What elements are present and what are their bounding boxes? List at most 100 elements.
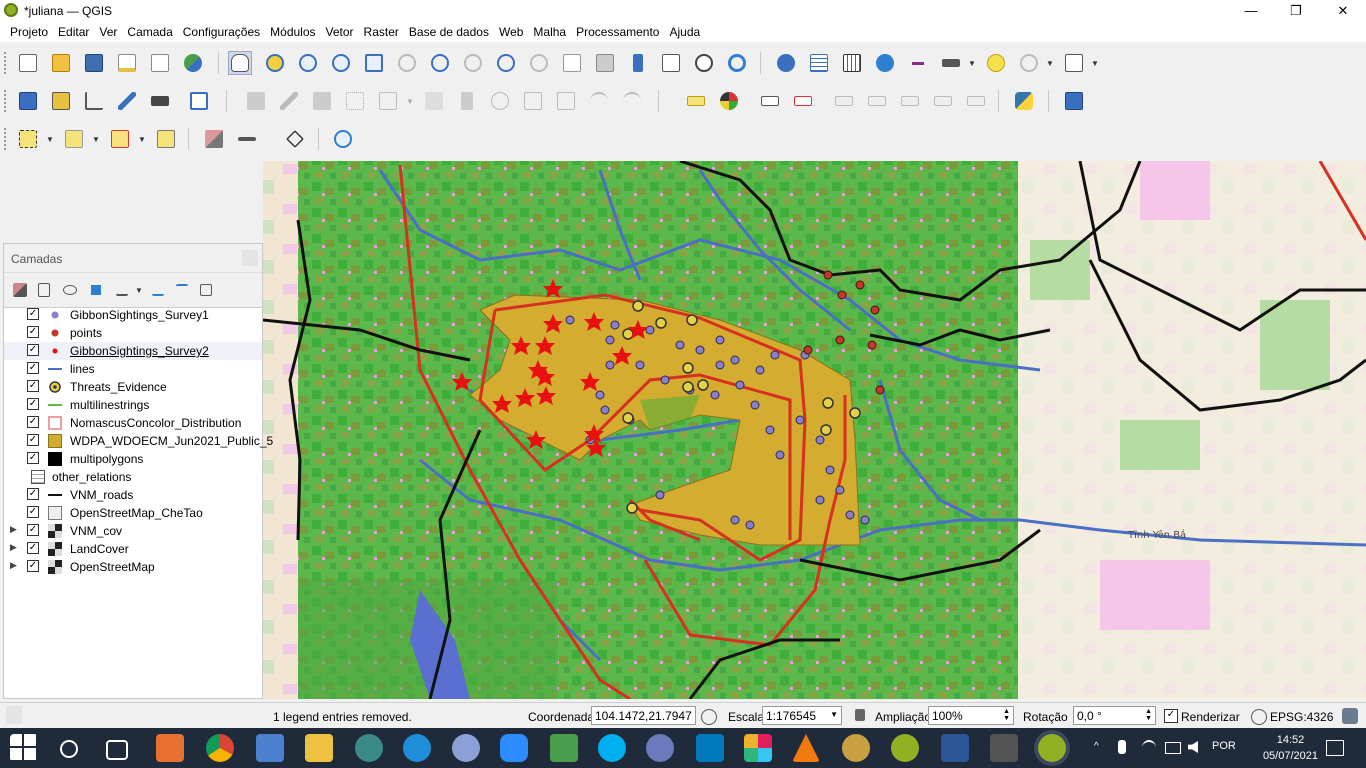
maps-app-icon[interactable] (550, 734, 578, 762)
deselect-all-icon[interactable] (108, 127, 132, 151)
layer-visibility-checkbox[interactable]: ✓ (27, 398, 39, 410)
menu-configuracoes[interactable]: Configurações (178, 22, 265, 39)
toolbar-grip[interactable] (4, 90, 10, 112)
virtual-layer-icon[interactable] (187, 89, 211, 113)
gps-icon[interactable] (148, 89, 172, 113)
menu-camada[interactable]: Camada (122, 22, 177, 39)
change-label-icon[interactable] (931, 89, 955, 113)
menu-malha[interactable]: Malha (528, 22, 571, 39)
map-svg[interactable]: Tĩnh Yên Bắ (263, 161, 1366, 699)
locator-icon[interactable] (1017, 51, 1041, 75)
add-feature-icon[interactable] (343, 89, 367, 113)
layer-visibility-checkbox[interactable]: ✓ (27, 416, 39, 428)
maximize-button[interactable]: ❐ (1273, 0, 1319, 22)
layer-item-wdpa-wdoecm-jun2021-public-5[interactable]: ✓ WDPA_WDOECM_Jun2021_Public_5 (4, 432, 273, 450)
vertex-tool-icon[interactable] (376, 89, 400, 113)
zoom-next-icon[interactable] (527, 51, 551, 75)
highlight-labels-icon[interactable] (791, 89, 815, 113)
delete-selected-icon[interactable] (455, 89, 479, 113)
select-features-icon[interactable] (16, 127, 40, 151)
undo-icon[interactable] (587, 89, 611, 113)
show-hide-labels-icon[interactable] (832, 89, 856, 113)
new-3d-view-icon[interactable] (593, 51, 617, 75)
expand-arrow-icon[interactable]: ▶ (10, 542, 17, 553)
python-console-icon[interactable] (1012, 89, 1036, 113)
file-explorer-icon[interactable] (305, 734, 333, 762)
layer-item-vnm-roads[interactable]: ✓ VNM_roads (4, 486, 262, 504)
zoom-native-icon[interactable] (461, 51, 485, 75)
menu-base-de-dados[interactable]: Base de dados (404, 22, 494, 39)
layer-stack-icon[interactable] (283, 127, 307, 151)
layer-item-multipolygons[interactable]: ✓ multipolygons (4, 450, 262, 468)
zoom-selection-icon[interactable] (395, 51, 419, 75)
filter-legend-icon[interactable] (84, 278, 108, 302)
map-tips-icon[interactable] (984, 51, 1008, 75)
magnifier-spinbox[interactable]: 100% ▲ ▼ (928, 706, 1014, 725)
crs-label[interactable]: EPSG:4326 (1270, 710, 1333, 724)
zoom-in-icon[interactable] (296, 51, 320, 75)
render-checkbox[interactable]: ✓ (1164, 709, 1178, 723)
map-canvas[interactable]: Tĩnh Yên Bắ (263, 161, 1366, 699)
temporal-controller-icon[interactable] (692, 51, 716, 75)
current-edits-icon[interactable] (244, 89, 268, 113)
toggle-editing-pencil-icon[interactable] (277, 89, 301, 113)
rotate-label-icon[interactable] (898, 89, 922, 113)
modify-attributes-icon[interactable] (422, 89, 446, 113)
locator-search-icon[interactable] (6, 706, 22, 724)
rstudio-icon[interactable] (646, 734, 674, 762)
toggle-extents-mouse-icon[interactable] (701, 709, 717, 725)
move-label-icon[interactable] (865, 89, 889, 113)
close-button[interactable]: ✕ (1320, 0, 1366, 22)
menu-projeto[interactable]: Projeto (0, 22, 53, 39)
trello-icon[interactable] (696, 734, 724, 762)
toolbar-grip[interactable] (4, 52, 10, 74)
measure-line-icon[interactable] (939, 51, 963, 75)
media-player-icon[interactable] (156, 734, 184, 762)
save-edits-icon[interactable] (310, 89, 334, 113)
crs-globe-icon[interactable] (1251, 709, 1267, 725)
zoom-last-icon[interactable] (494, 51, 518, 75)
expand-all-icon[interactable] (146, 278, 170, 302)
manage-visibility-eye-icon[interactable] (58, 278, 82, 302)
save-project-icon[interactable] (82, 51, 106, 75)
lock-scale-icon[interactable] (855, 709, 865, 721)
identify-features-icon[interactable] (774, 51, 798, 75)
menu-editar[interactable]: Editar (53, 22, 94, 39)
menu-ajuda[interactable]: Ajuda (664, 22, 705, 39)
layer-visibility-checkbox[interactable]: ✓ (27, 542, 39, 554)
new-print-layout-icon[interactable] (115, 51, 139, 75)
slack-icon[interactable] (744, 734, 772, 762)
pan-hand-icon[interactable] (228, 51, 252, 75)
toolbar-grip[interactable] (4, 128, 10, 150)
data-source-manager-icon[interactable] (16, 89, 40, 113)
search-icon[interactable] (60, 740, 78, 758)
menu-web[interactable]: Web (494, 22, 528, 39)
layout-manager-icon[interactable] (148, 51, 172, 75)
layer-item-other-relations[interactable]: other_relations (4, 468, 262, 486)
layer-item-gibbonsightings-survey2[interactable]: ✓ GibbonSightings_Survey2 (4, 342, 262, 360)
layer-visibility-checkbox[interactable]: ✓ (27, 326, 39, 338)
panel-close-icon[interactable] (242, 250, 258, 266)
web-globe-icon[interactable] (331, 127, 355, 151)
bluetooth-icon[interactable] (1118, 740, 1126, 754)
open-project-icon[interactable] (49, 51, 73, 75)
processing-toolbox-gear-icon[interactable] (873, 51, 897, 75)
pin-labels-icon[interactable] (758, 89, 782, 113)
menu-processamento[interactable]: Processamento (571, 22, 664, 39)
word-icon[interactable] (941, 734, 969, 762)
chrome-icon[interactable] (206, 734, 234, 762)
vlc-icon[interactable] (792, 734, 820, 762)
filter-by-expression-icon[interactable] (110, 278, 134, 302)
paste-features-icon[interactable] (554, 89, 578, 113)
language-indicator[interactable]: POR (1212, 740, 1236, 752)
notification-center-icon[interactable] (1326, 740, 1344, 756)
store-icon[interactable] (256, 734, 284, 762)
layer-item-lines[interactable]: ✓ lines (4, 360, 262, 378)
layer-item-openstreetmap-chetao[interactable]: ✓ OpenStreetMap_CheTao (4, 504, 262, 522)
rotation-spinbox[interactable]: 0,0 ° ▲ ▼ (1073, 706, 1156, 725)
remove-layer-icon[interactable] (194, 278, 218, 302)
layer-item-nomascusconcolor-distribution[interactable]: ✓ NomascusConcolor_Distribution (4, 414, 262, 432)
refresh-icon[interactable] (725, 51, 749, 75)
new-project-icon[interactable] (16, 51, 40, 75)
layer-item-multilinestrings[interactable]: ✓ multilinestrings (4, 396, 262, 414)
